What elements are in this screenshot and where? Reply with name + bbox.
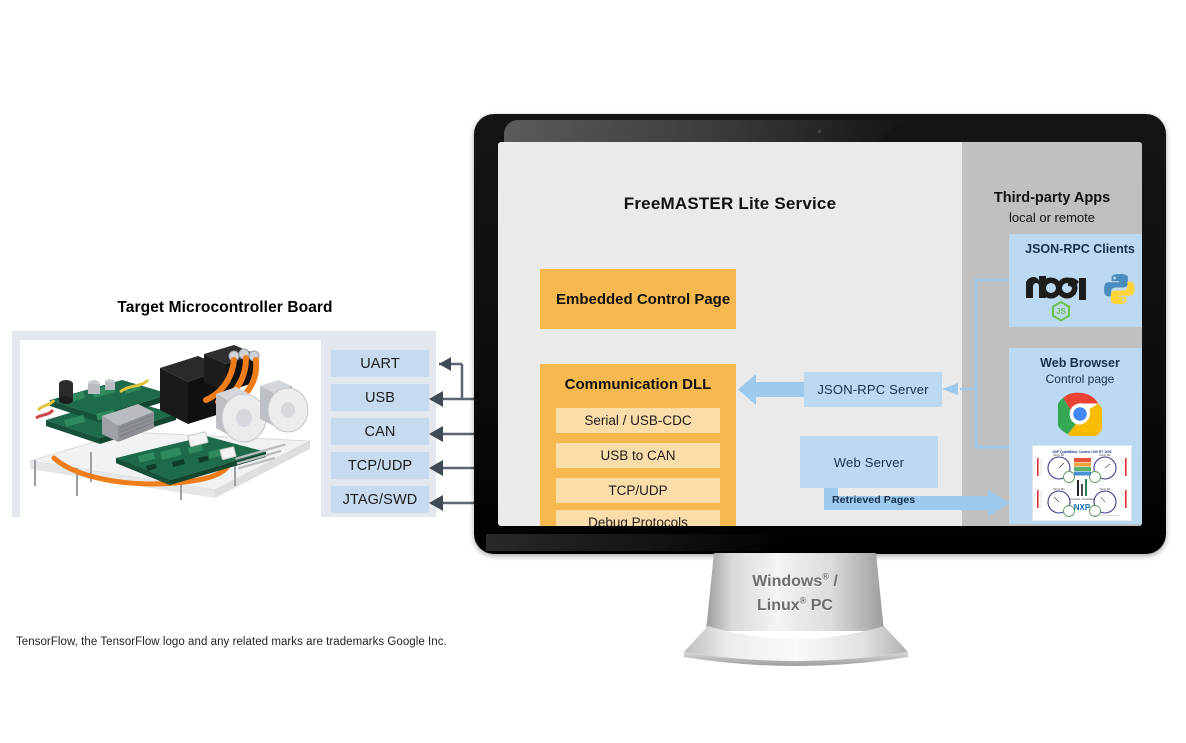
json-rpc-server-label: JSON-RPC Server bbox=[817, 382, 929, 397]
protocol-label: USB to CAN bbox=[600, 448, 676, 463]
retrieved-pages-label: Retrieved Pages bbox=[832, 494, 916, 506]
stand-label-line2: Linux bbox=[757, 597, 800, 614]
svg-text:FreeMASTER Lite control page: FreeMASTER Lite control page bbox=[1091, 514, 1120, 517]
embedded-control-page-label: Embedded Control Page bbox=[556, 290, 731, 308]
svg-text:NXP: NXP bbox=[1074, 503, 1091, 512]
interface-label: JTAG/SWD bbox=[342, 491, 418, 508]
interface-label: CAN bbox=[364, 423, 396, 440]
interface-jtag-swd[interactable]: JTAG/SWD bbox=[331, 486, 429, 513]
trademark-notice: TensorFlow, the TensorFlow logo and any … bbox=[16, 636, 447, 648]
protocol-label: Serial / USB-CDC bbox=[584, 413, 692, 428]
control-page-thumbnail: NXP QuadMotor Control i.MX RT 1052 Motor… bbox=[1032, 445, 1132, 521]
web-server-label: Web Server bbox=[833, 454, 905, 470]
registered-mark-icon: ® bbox=[822, 571, 829, 582]
web-browser-label-line1: Web Browser bbox=[1040, 356, 1120, 370]
protocol-label: TCP/UDP bbox=[608, 483, 668, 498]
protocol-label: Debug Protocols bbox=[588, 515, 688, 526]
communication-dll-box[interactable]: Communication DLL Serial / USB-CDC USB t… bbox=[540, 364, 736, 526]
interface-label: USB bbox=[364, 389, 396, 406]
monitor-screen: FreeMASTER Lite Service Embedded Control… bbox=[498, 142, 1142, 526]
stand-label-line1: Windows bbox=[752, 573, 823, 590]
svg-text:Motor M3: Motor M3 bbox=[1054, 487, 1066, 491]
client-logos: JS bbox=[1019, 274, 1135, 322]
service-title: FreeMASTER Lite Service bbox=[623, 194, 837, 213]
interface-tcp-udp[interactable]: TCP/UDP bbox=[331, 452, 429, 479]
svg-text:Motor M2: Motor M2 bbox=[1100, 453, 1112, 457]
interface-list: UART USB CAN TCP/UDP JTAG/SWD bbox=[331, 350, 429, 520]
interface-usb[interactable]: USB bbox=[331, 384, 429, 411]
webcam-icon bbox=[817, 129, 822, 134]
third-party-apps-title: Third-party Apps bbox=[993, 190, 1111, 206]
protocol-serial-usb-cdc[interactable]: Serial / USB-CDC bbox=[556, 408, 720, 433]
web-server-box[interactable]: Web Server bbox=[800, 436, 938, 488]
python-logo bbox=[1104, 274, 1135, 304]
svg-text:Motor M4: Motor M4 bbox=[1100, 487, 1112, 491]
interface-uart[interactable]: UART bbox=[331, 350, 429, 377]
board-section-title: Target Microcontroller Board bbox=[117, 299, 333, 316]
interface-can[interactable]: CAN bbox=[331, 418, 429, 445]
communication-dll-title: Communication DLL bbox=[564, 376, 712, 393]
interface-label: UART bbox=[360, 355, 400, 372]
json-rpc-clients-label: JSON-RPC Clients bbox=[1025, 242, 1135, 256]
nodejs-logo: JS bbox=[1019, 276, 1086, 322]
third-party-apps-subtitle: local or remote bbox=[1009, 210, 1095, 225]
web-browser-box[interactable]: Web Browser Control page NXP QuadMotor C… bbox=[1009, 348, 1142, 524]
target-board-photo bbox=[20, 340, 321, 517]
web-browser-label-line2: Control page bbox=[1045, 372, 1115, 386]
stand-label-line1-tail: / bbox=[828, 573, 838, 590]
board-photo-illustration bbox=[20, 340, 321, 517]
stand-label-line2-tail: PC bbox=[806, 597, 833, 614]
control-page-thumbnail-art: NXP QuadMotor Control i.MX RT 1052 Motor… bbox=[1033, 446, 1131, 520]
stand-platform-label: Windows® / Linux® PC bbox=[706, 570, 884, 618]
monitor: FreeMASTER Lite Service Embedded Control… bbox=[474, 114, 1166, 554]
json-rpc-clients-box[interactable]: JSON-RPC Clients JS bbox=[1009, 234, 1142, 327]
svg-text:Command / Acceleration: Command / Acceleration bbox=[1069, 498, 1096, 501]
svg-text:JS: JS bbox=[1056, 307, 1066, 316]
protocol-tcp-udp[interactable]: TCP/UDP bbox=[556, 478, 720, 503]
chrome-logo bbox=[1058, 392, 1102, 436]
interface-label: TCP/UDP bbox=[347, 457, 413, 474]
protocol-debug-protocols[interactable]: Debug Protocols bbox=[556, 510, 720, 526]
protocol-usb-to-can[interactable]: USB to CAN bbox=[556, 443, 720, 468]
svg-text:Motor M1: Motor M1 bbox=[1054, 453, 1066, 457]
bezel-bottom-gloss bbox=[486, 534, 786, 551]
json-rpc-server-box[interactable]: JSON-RPC Server bbox=[804, 372, 942, 407]
embedded-control-page-box[interactable]: Embedded Control Page bbox=[540, 269, 736, 329]
monitor-stand-base bbox=[676, 626, 916, 666]
